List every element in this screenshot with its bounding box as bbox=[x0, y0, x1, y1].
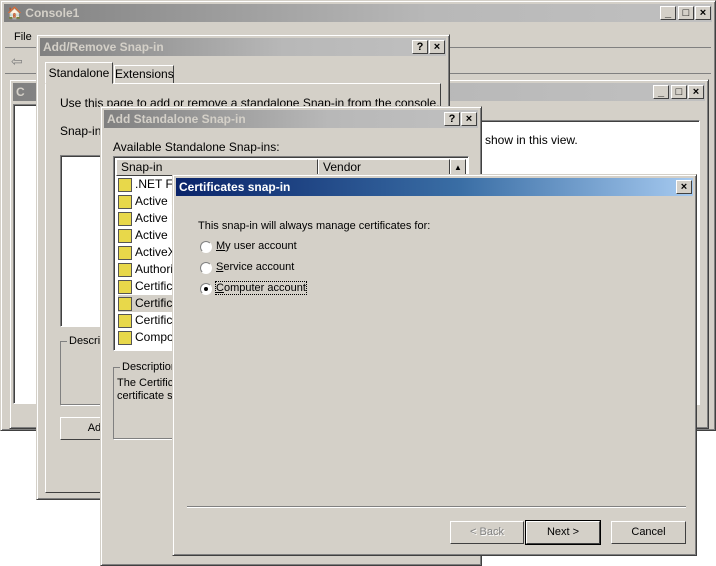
snapin-icon bbox=[118, 331, 132, 346]
radio-label[interactable]: My user account bbox=[216, 240, 297, 252]
snapin-icon bbox=[118, 263, 132, 278]
certificates-dialog: Certificates snap-in × This snap-in will… bbox=[172, 174, 697, 556]
description-label: Description bbox=[120, 361, 180, 373]
close-button[interactable]: × bbox=[429, 40, 445, 54]
tab-extensions[interactable]: Extensions bbox=[114, 65, 174, 84]
close-button[interactable]: × bbox=[695, 6, 711, 20]
list-item[interactable]: Compon bbox=[118, 329, 180, 346]
certificates-title: Certificates snap-in bbox=[179, 180, 291, 194]
add-remove-title: Add/Remove Snap-in bbox=[43, 40, 164, 54]
list-item[interactable]: Active D bbox=[118, 193, 180, 210]
list-item-label: .NET Fr bbox=[135, 177, 177, 191]
maximize-button[interactable]: □ bbox=[678, 6, 694, 20]
child-title: C bbox=[16, 85, 25, 99]
tab-standalone[interactable]: Standalone bbox=[45, 62, 113, 84]
list-item[interactable]: ActiveX bbox=[118, 244, 176, 261]
list-item[interactable]: Certifica bbox=[118, 278, 179, 295]
snapin-icon bbox=[118, 314, 132, 329]
radio-my-user-account[interactable] bbox=[200, 241, 212, 253]
snapin-icon bbox=[118, 229, 132, 244]
list-item[interactable]: Authoriz bbox=[118, 261, 179, 278]
radio-label[interactable]: Computer account bbox=[215, 281, 307, 295]
cancel-button[interactable]: Cancel bbox=[611, 521, 686, 544]
description-line: The Certifica bbox=[117, 377, 180, 389]
next-button[interactable]: Next > bbox=[525, 520, 601, 545]
prompt-text: This snap-in will always manage certific… bbox=[198, 220, 431, 232]
snapin-icon bbox=[118, 195, 132, 210]
list-item-label: ActiveX bbox=[135, 245, 176, 259]
add-remove-titlebar: Add/Remove Snap-in ? × bbox=[40, 38, 446, 56]
minimize-button[interactable]: _ bbox=[660, 6, 676, 20]
back-arrow-icon[interactable]: ⇦ bbox=[11, 53, 23, 70]
list-item[interactable]: Certifica bbox=[118, 295, 180, 312]
app-icon: 🏠 bbox=[7, 6, 26, 20]
available-label: Available Standalone Snap-ins: bbox=[113, 140, 280, 154]
console-titlebar: 🏠 Console1 _ □ × bbox=[4, 4, 712, 22]
snapin-icon bbox=[118, 212, 132, 227]
result-text: show in this view. bbox=[485, 133, 578, 147]
help-button[interactable]: ? bbox=[412, 40, 428, 54]
certificates-titlebar: Certificates snap-in × bbox=[176, 178, 693, 196]
console-title: Console1 bbox=[25, 6, 80, 20]
snapin-icon bbox=[118, 178, 132, 193]
menu-file[interactable]: File bbox=[14, 31, 32, 43]
add-standalone-title: Add Standalone Snap-in bbox=[107, 112, 246, 126]
separator bbox=[187, 506, 686, 508]
list-item[interactable]: Active D bbox=[118, 210, 180, 227]
list-item[interactable]: Active D bbox=[118, 227, 180, 244]
radio-label[interactable]: Service account bbox=[216, 261, 294, 273]
close-button[interactable]: × bbox=[676, 180, 692, 194]
snapin-icon bbox=[118, 280, 132, 295]
description-line: certificate st bbox=[117, 390, 176, 402]
snapin-icon bbox=[118, 246, 132, 261]
back-button[interactable]: < Back bbox=[450, 521, 524, 544]
add-standalone-titlebar: Add Standalone Snap-in ? × bbox=[104, 110, 478, 128]
child-close-button[interactable]: × bbox=[688, 85, 704, 99]
child-maximize-button[interactable]: □ bbox=[671, 85, 687, 99]
list-item[interactable]: Certifica bbox=[118, 312, 179, 329]
radio-service-account[interactable] bbox=[200, 262, 212, 274]
list-item[interactable]: .NET Fr bbox=[118, 176, 177, 193]
help-button[interactable]: ? bbox=[444, 112, 460, 126]
radio-computer-account[interactable] bbox=[200, 283, 212, 295]
description-label: Descri bbox=[67, 335, 103, 347]
snapin-icon bbox=[118, 297, 132, 312]
child-minimize-button[interactable]: _ bbox=[653, 85, 669, 99]
close-button[interactable]: × bbox=[461, 112, 477, 126]
